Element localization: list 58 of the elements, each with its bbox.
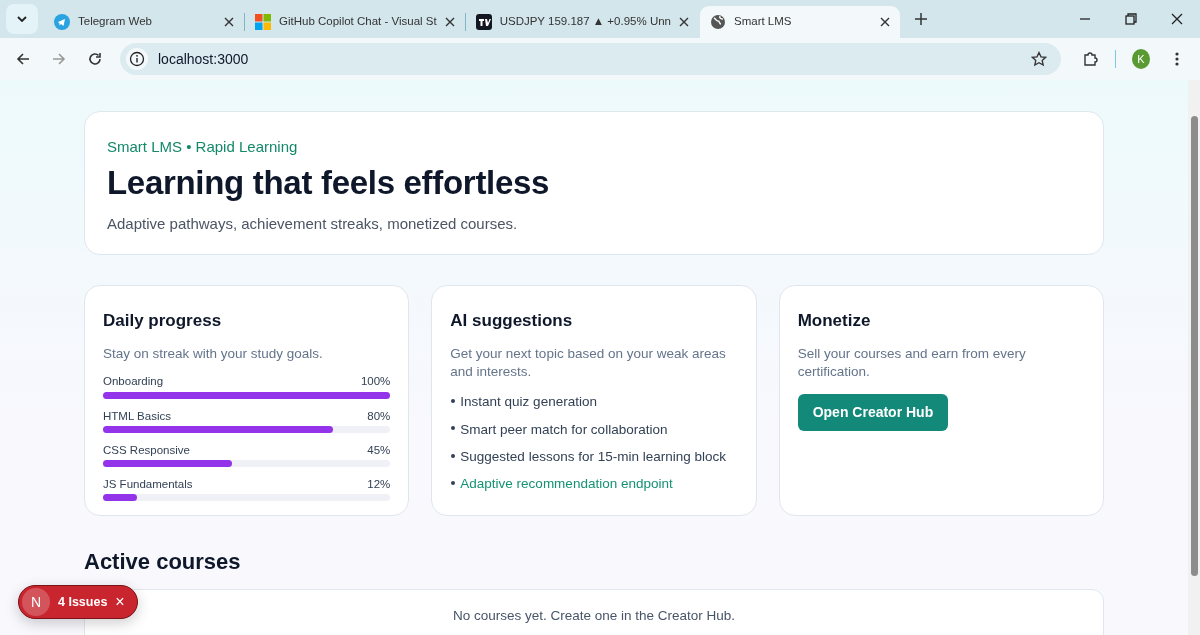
scrollbar[interactable] [1188, 80, 1200, 635]
forward-icon[interactable] [51, 51, 67, 67]
progress-reading: 12% [367, 477, 391, 493]
back-icon[interactable] [15, 51, 31, 67]
empty-message: No courses yet. Create one in the Creator Hub. [452, 608, 736, 624]
progress-label: HTML Basics [103, 408, 171, 424]
address-bar[interactable]: localhost:3000 [120, 43, 1061, 75]
bullet-icon [451, 480, 456, 485]
info-icon[interactable] [126, 48, 148, 70]
chart-logo-icon [475, 14, 492, 30]
menu-icon[interactable] [1175, 51, 1179, 67]
suggestion-item: Instant quiz generation [460, 394, 597, 410]
chevron-down-icon [17, 16, 27, 22]
progress-label: Onboarding [103, 374, 164, 390]
card-description: Stay on streak with your study goals. [103, 344, 324, 363]
suggestion-item: Smart peer match for collaboration [460, 421, 668, 437]
creator-hub-button[interactable]: Open Creator Hub [797, 394, 949, 432]
page-title: Learning that feels effortless [107, 164, 551, 201]
issues-badge[interactable]: N 4 Issues × [18, 585, 138, 619]
browser-tab[interactable]: Telegram Web [44, 6, 244, 38]
reload-icon[interactable] [87, 51, 103, 67]
restore-icon[interactable] [1125, 13, 1137, 25]
browser-tab[interactable]: Smart LMS [700, 6, 900, 38]
card-title: Daily progress [103, 310, 223, 332]
bullet-icon [451, 426, 456, 431]
card-title: Monetize [797, 310, 872, 332]
page-subtitle: Adaptive pathways, achievement streaks, monetized courses. [107, 213, 519, 234]
progress-reading: 100% [360, 374, 391, 390]
tab-search-button[interactable] [6, 4, 38, 34]
bullet-icon [451, 399, 456, 404]
browser-tab[interactable]: USDJPY 159.187 ▲ +0.95% Unn [465, 6, 699, 38]
issues-label: 4 Issues [58, 593, 108, 611]
card-description: Get your next topic based on your weak areas and interests. [450, 344, 727, 382]
progress-reading: 80% [367, 408, 391, 424]
progress-label: JS Fundamentals [103, 477, 193, 493]
close-icon[interactable] [224, 17, 234, 27]
card-description: Sell your courses and earn from every certification. [797, 344, 1027, 382]
recommendation-link[interactable]: Adaptive recommendation endpoint [460, 476, 673, 492]
card-title: AI suggestions [450, 310, 574, 332]
suggestion-item: Suggested lessons for 15-min learning block [460, 448, 726, 464]
windows-logo-icon [255, 14, 271, 30]
browser-tab[interactable]: GitHub Copilot Chat - Visual St [245, 6, 465, 38]
progress-label: CSS Responsive [103, 442, 190, 458]
bookmark-star-icon[interactable] [1031, 51, 1047, 67]
close-icon[interactable] [679, 17, 689, 27]
close-icon[interactable] [880, 17, 890, 27]
globe-icon [710, 14, 726, 30]
logo-badge: N [22, 588, 50, 616]
plus-icon [915, 13, 927, 25]
progress-reading: 45% [367, 442, 391, 458]
close-icon[interactable] [1171, 13, 1183, 25]
close-icon[interactable] [444, 17, 455, 27]
close-button[interactable]: × [115, 594, 125, 610]
eyebrow-text: Smart LMS • Rapid Learning [107, 137, 299, 157]
telegram-icon [54, 14, 70, 30]
bullet-icon [451, 453, 456, 458]
puzzle-icon[interactable] [1082, 51, 1098, 67]
section-heading: Active courses [84, 549, 242, 576]
